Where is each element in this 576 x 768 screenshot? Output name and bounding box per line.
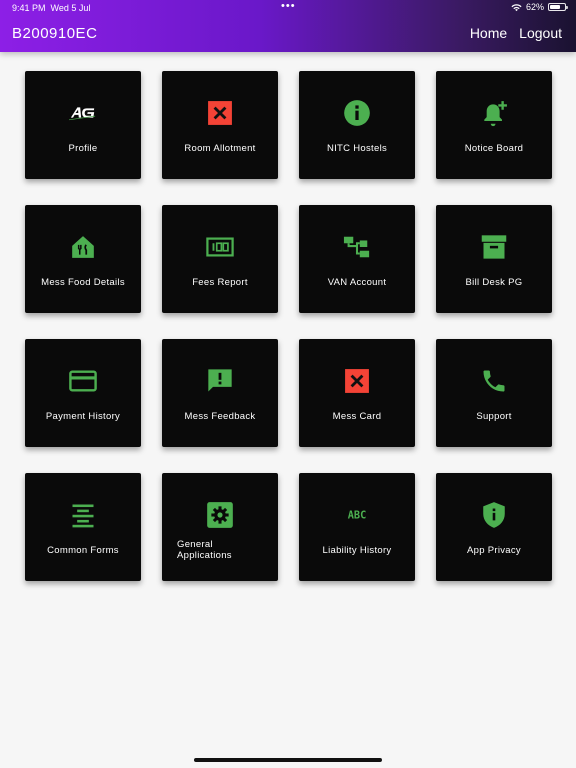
menu-grid: Profile Room Allotment NITC Hostels Noti… [25,71,552,581]
home-indicator[interactable] [194,758,382,762]
tile-nitc-hostels[interactable]: NITC Hostels [299,71,415,179]
tile-label: Payment History [45,411,121,422]
tile-label: Mess Feedback [184,411,256,422]
tile-payment-history[interactable]: Payment History [25,339,141,447]
battery-percent: 62% [525,2,544,12]
tile-label: NITC Hostels [326,143,388,154]
archive-icon [480,233,508,261]
tile-label: Room Allotment [184,143,256,154]
tile-label: Profile [68,143,98,154]
tile-mess-food-details[interactable]: Mess Food Details [25,205,141,313]
home-link[interactable]: Home [470,25,507,41]
status-indicators: 62% [511,2,568,12]
tile-label: General Applications [177,539,232,561]
tile-label: App Privacy [467,545,521,556]
phone-icon [480,367,508,395]
tile-profile[interactable]: Profile [25,71,141,179]
app-header: 9:41 PM Wed 5 Jul ••• 62% B200910EC Home… [0,0,576,52]
tile-common-forms[interactable]: Common Forms [25,473,141,581]
header-nav: Home Logout [470,25,562,41]
tile-support[interactable]: Support [436,339,552,447]
align-center-icon [69,501,97,529]
food-home-icon [69,233,97,261]
tile-label: Common Forms [47,545,119,556]
tile-liability-history[interactable]: ABC Liability History [299,473,415,581]
multitasking-dots-icon[interactable]: ••• [281,0,296,12]
bell-plus-icon [480,99,508,127]
account-tree-icon [343,233,371,261]
settings-box-icon [206,501,234,529]
tile-label: VAN Account [327,277,387,288]
tile-fees-report[interactable]: Fees Report [162,205,278,313]
tile-mess-card[interactable]: Mess Card [299,339,415,447]
tile-label: Notice Board [464,143,524,154]
tile-van-account[interactable]: VAN Account [299,205,415,313]
abc-icon: ABC [343,501,371,529]
wifi-icon [511,3,522,12]
battery-icon [548,3,568,11]
tile-label: Mess Food Details [41,277,125,288]
svg-text:ABC: ABC [348,510,367,522]
tile-label: Liability History [322,545,392,556]
credit-card-icon [69,367,97,395]
tile-mess-feedback[interactable]: Mess Feedback [162,339,278,447]
page-title: B200910EC [12,25,98,42]
close-box-icon [206,99,234,127]
logout-link[interactable]: Logout [519,25,562,41]
status-date: Wed 5 Jul [50,3,91,13]
hundred-icon [206,233,234,261]
tile-general-applications[interactable]: General Applications [162,473,278,581]
tile-app-privacy[interactable]: App Privacy [436,473,552,581]
logo-ag-icon [69,99,97,127]
tile-label: Support [476,411,512,422]
status-time: 9:41 PM Wed 5 Jul [12,3,91,13]
tile-label: Mess Card [332,411,382,422]
feedback-icon [206,367,234,395]
info-icon [343,99,371,127]
status-bar: 9:41 PM Wed 5 Jul ••• 62% [0,0,576,16]
tile-label: Fees Report [192,277,248,288]
tile-notice-board[interactable]: Notice Board [436,71,552,179]
close-box-icon [343,367,371,395]
tile-label: Bill Desk PG [465,277,523,288]
tile-room-allotment[interactable]: Room Allotment [162,71,278,179]
tile-bill-desk-pg[interactable]: Bill Desk PG [436,205,552,313]
shield-info-icon [480,501,508,529]
